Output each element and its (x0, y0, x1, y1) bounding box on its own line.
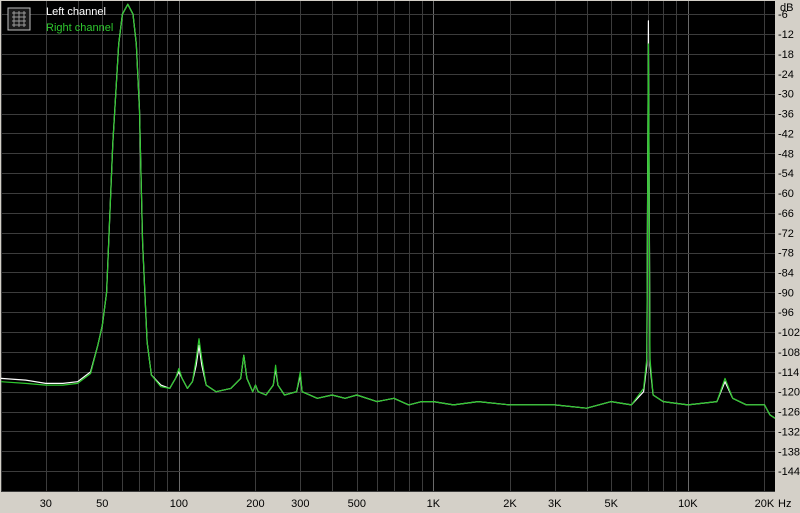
y-tick-label: -30 (778, 89, 794, 101)
y-tick-label: -132 (778, 426, 800, 438)
y-tick-label: -114 (778, 367, 799, 379)
spectrum-chart: -6-12-18-24-30-36-42-48-54-60-66-72-78-8… (0, 0, 800, 513)
y-tick-label: -96 (778, 307, 794, 319)
x-tick-label: 50 (96, 498, 108, 510)
x-tick-label: 10K (678, 498, 698, 510)
legend-right-channel: Right channel (46, 22, 113, 34)
x-axis-label: Hz (778, 498, 791, 510)
x-tick-label: 300 (291, 498, 309, 510)
x-tick-label: 200 (246, 498, 264, 510)
x-tick-label: 500 (348, 498, 366, 510)
y-tick-label: -12 (778, 29, 794, 41)
y-tick-label: -138 (778, 446, 800, 458)
y-tick-label: -84 (778, 267, 794, 279)
y-tick-label: -102 (778, 327, 800, 339)
legend-left-channel: Left channel (46, 6, 106, 18)
y-tick-label: -54 (778, 168, 794, 180)
y-tick-label: -24 (778, 69, 794, 81)
legend-icon-grid (12, 11, 26, 27)
y-tick-label: -120 (778, 387, 800, 399)
x-tick-label: 5K (605, 498, 619, 510)
y-tick-label: -72 (778, 228, 794, 240)
y-axis-label: dB (780, 2, 793, 14)
y-tick-label: -60 (778, 188, 794, 200)
x-tick-label: 30 (40, 498, 52, 510)
y-tick-label: -66 (778, 208, 794, 220)
x-tick-label: 100 (170, 498, 188, 510)
y-tick-label: -42 (778, 128, 794, 140)
x-tick-label: 20K (755, 498, 775, 510)
x-tick-label: 3K (548, 498, 562, 510)
y-tick-label: -144 (778, 466, 800, 478)
y-tick-label: -108 (778, 347, 800, 359)
x-tick-label: 1K (427, 498, 441, 510)
y-tick-label: -78 (778, 248, 794, 260)
y-tick-label: -48 (778, 148, 794, 160)
y-tick-label: -90 (778, 287, 794, 299)
y-tick-label: -36 (778, 109, 794, 121)
y-tick-label: -126 (778, 407, 800, 419)
x-tick-label: 2K (503, 498, 517, 510)
y-tick-label: -18 (778, 49, 794, 61)
